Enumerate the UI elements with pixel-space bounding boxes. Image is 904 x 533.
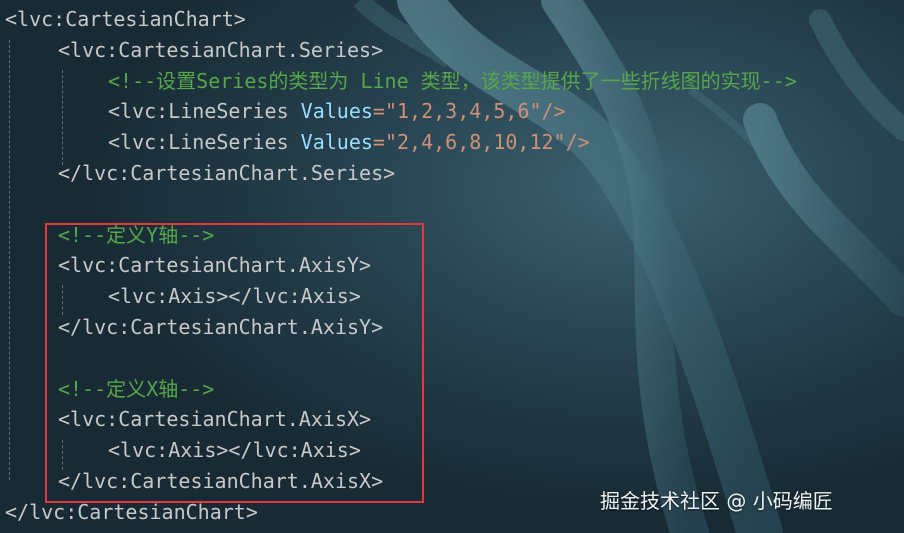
indent-guide <box>62 70 63 165</box>
code-line: <lvc:CartesianChart.Series> <box>58 35 383 65</box>
code-token: <lvc:LineSeries <box>108 130 301 155</box>
code-token: ="1,2,3,4,5,6"/> <box>372 99 566 124</box>
code-line: <lvc:CartesianChart> <box>5 4 246 34</box>
code-token: </lvc:CartesianChart> <box>5 499 258 524</box>
code-line: <lvc:LineSeries Values="1,2,3,4,5,6"/> <box>108 96 566 126</box>
code-line: <!--设置Series的类型为 Line 类型，该类型提供了一些折线图的实现-… <box>108 66 797 96</box>
code-token: <lvc:CartesianChart> <box>5 7 246 31</box>
code-token: <lvc:LineSeries <box>108 99 301 124</box>
code-line: </lvc:CartesianChart.Series> <box>58 158 395 188</box>
axis-definition-highlight-box <box>45 223 424 503</box>
code-line: <lvc:LineSeries Values="2,4,6,8,10,12"/> <box>108 127 590 157</box>
code-token: ="2,4,6,8,10,12"/> <box>372 130 590 155</box>
indent-guide <box>9 40 10 480</box>
code-token: <lvc:CartesianChart.Series> <box>58 37 384 62</box>
code-token: </lvc:CartesianChart.Series> <box>58 161 396 185</box>
code-token: Values <box>300 99 373 124</box>
code-token: Values <box>300 130 373 155</box>
code-token: <!--设置Series的类型为 Line 类型，该类型提供了一些折线图的实现-… <box>108 68 797 93</box>
watermark: 掘金技术社区 @ 小码编匠 <box>600 489 833 513</box>
